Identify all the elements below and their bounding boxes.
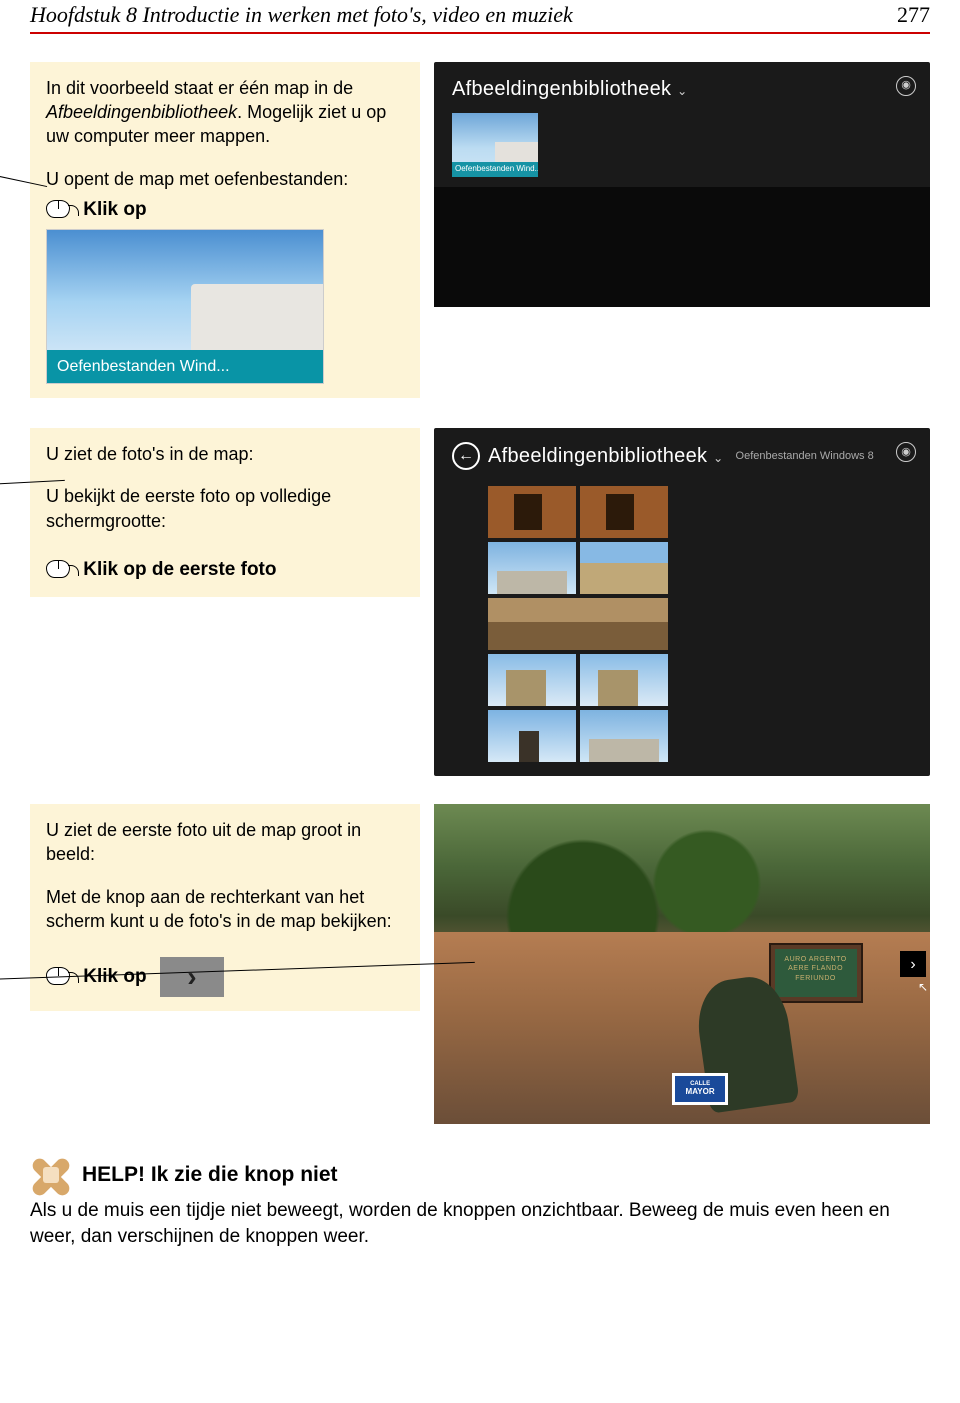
app-title[interactable]: Afbeeldingenbibliotheek ⌄	[488, 443, 724, 470]
photo-thumb[interactable]	[580, 710, 668, 762]
photo-thumb[interactable]	[580, 486, 668, 538]
photo-grid	[434, 480, 930, 776]
chevron-down-icon: ⌄	[713, 451, 723, 465]
instruction-box-1: In dit voorbeeld staat er één map in de …	[30, 62, 420, 398]
help-bandage-icon	[30, 1154, 72, 1196]
back-button[interactable]: ←	[452, 442, 480, 470]
photo-thumb[interactable]	[488, 542, 576, 594]
paragraph: Met de knop aan de rechterkant van het s…	[46, 885, 404, 934]
user-account-icon[interactable]: ◉	[896, 442, 916, 462]
next-button-chip[interactable]	[160, 957, 224, 997]
page-number: 277	[897, 0, 930, 30]
instruction-box-3: U ziet de eerste foto uit de map groot i…	[30, 804, 420, 1011]
mouse-click-icon	[46, 200, 70, 218]
folder-caption: Oefenbestanden Wind...	[47, 350, 323, 384]
photo-thumb[interactable]	[580, 654, 668, 706]
chapter-header: Hoofdstuk 8 Introductie in werken met fo…	[30, 0, 930, 34]
photo-thumb[interactable]	[580, 542, 668, 594]
paragraph: U ziet de eerste foto uit de map groot i…	[46, 818, 404, 867]
help-body: Als u de muis een tijdje niet beweegt, w…	[30, 1198, 930, 1249]
next-photo-button[interactable]: ›	[900, 951, 926, 977]
user-account-icon[interactable]: ◉	[896, 76, 916, 96]
photo-thumb[interactable]	[488, 710, 576, 762]
mouse-cursor-icon: ↖	[918, 979, 928, 995]
paragraph: In dit voorbeeld staat er één map in de …	[46, 76, 404, 149]
paragraph: U ziet de foto's in de map:	[46, 442, 404, 466]
paragraph: U bekijkt de eerste foto op volledige sc…	[46, 484, 404, 533]
app-title[interactable]: Afbeeldingenbibliotheek ⌄	[452, 76, 688, 103]
photo-thumb[interactable]	[488, 598, 668, 650]
library-folder-tile[interactable]: Oefenbestanden Wind...	[452, 113, 538, 177]
folder-thumbnail	[47, 230, 323, 350]
tile-caption: Oefenbestanden Wind...	[452, 162, 538, 177]
instruction-box-2: U ziet de foto's in de map: U bekijkt de…	[30, 428, 420, 597]
action-click: Klik op	[46, 957, 404, 997]
photos-app-screenshot-library: Afbeeldingenbibliotheek ⌄ ◉ Oefenbestand…	[434, 62, 930, 307]
italic-term: Afbeeldingenbibliotheek	[46, 102, 237, 122]
action-click: Klik op	[46, 197, 404, 223]
street-sign: CALLE MAYOR	[672, 1073, 728, 1105]
photos-app-screenshot-fullscreen: AURO ARGENTO AERE FLANDO FERIUNDO CALLE …	[434, 804, 930, 1124]
folder-tile-oefenbestanden[interactable]: Oefenbestanden Wind...	[46, 229, 324, 385]
chevron-down-icon: ⌄	[677, 84, 687, 98]
photo-thumb[interactable]	[488, 486, 576, 538]
breadcrumb-subtitle: Oefenbestanden Windows 8	[736, 449, 874, 464]
photo-thumb[interactable]	[488, 654, 576, 706]
action-click: Klik op de eerste foto	[46, 557, 404, 583]
wall-plaque: AURO ARGENTO AERE FLANDO FERIUNDO	[771, 945, 861, 1001]
photos-app-screenshot-folder: ← Afbeeldingenbibliotheek ⌄ Oefenbestand…	[434, 428, 930, 776]
mouse-click-icon	[46, 560, 70, 578]
chapter-title: Hoofdstuk 8 Introductie in werken met fo…	[30, 0, 573, 30]
help-title: HELP! Ik zie die knop niet	[82, 1161, 338, 1189]
paragraph: U opent de map met oefenbestanden:	[46, 167, 404, 191]
